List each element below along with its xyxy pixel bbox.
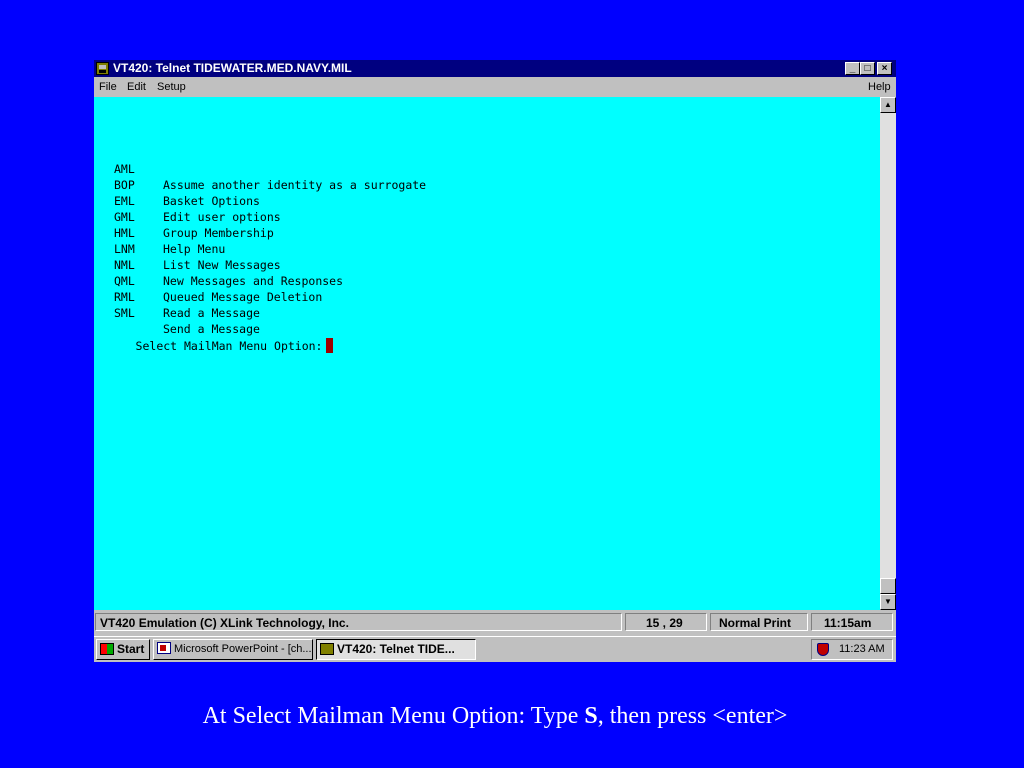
minimize-button[interactable]: _ (845, 62, 860, 75)
window-title: VT420: Telnet TIDEWATER.MED.NAVY.MIL (113, 61, 352, 75)
menu-option-row: RML Read a Message (94, 273, 260, 320)
option-description: Assume another identity as a surrogate (163, 178, 427, 192)
taskbar-item-vt420[interactable]: VT420: Telnet TIDE... (316, 639, 476, 660)
mailman-prompt: Select MailMan Menu Option: (94, 322, 334, 370)
terminal-screen[interactable]: AML Assume another identity as a surroga… (94, 97, 880, 610)
tray-clock[interactable]: 11:23 AM (839, 640, 885, 659)
option-description: Help Menu (163, 242, 226, 256)
print-mode: Normal Print (710, 613, 808, 631)
option-description: List New Messages (163, 258, 281, 272)
menu-edit[interactable]: Edit (127, 80, 146, 94)
shield-icon[interactable] (817, 643, 829, 656)
option-description: Edit user options (163, 210, 281, 224)
menu-option-row: EML Edit user options (94, 177, 281, 224)
menu-setup[interactable]: Setup (157, 80, 186, 94)
taskbar: Start Microsoft PowerPoint - [ch... VT42… (94, 636, 896, 662)
scroll-track[interactable] (880, 113, 896, 578)
menu-option-row: LNM List New Messages (94, 225, 281, 272)
task-label: Microsoft PowerPoint - [ch... (174, 643, 312, 655)
menu-option-row: NML New Messages and Responses (94, 241, 343, 288)
caption-after: , then press <enter> (597, 703, 788, 729)
status-bar: VT420 Emulation (C) XLink Technology, In… (94, 611, 896, 633)
emulation-status: VT420 Emulation (C) XLink Technology, In… (95, 613, 622, 631)
menu-file[interactable]: File (99, 80, 117, 94)
menu-option-row: BOP Basket Options (94, 161, 260, 208)
vt420-icon (320, 643, 334, 655)
powerpoint-icon (157, 642, 171, 654)
menu-option-row: AML Assume another identity as a surroga… (94, 145, 426, 192)
scroll-down-button[interactable]: ▼ (880, 594, 896, 610)
vertical-scrollbar[interactable]: ▲ ▼ (880, 97, 896, 610)
telnet-window: VT420: Telnet TIDEWATER.MED.NAVY.MIL _ □… (94, 60, 896, 662)
status-time: 11:15am (811, 613, 893, 631)
option-description: New Messages and Responses (163, 274, 344, 288)
option-description: Basket Options (163, 194, 260, 208)
cursor-position: 15 , 29 (625, 613, 707, 631)
task-label: VT420: Telnet TIDE... (337, 642, 455, 656)
menu-option-row: GML Group Membership (94, 193, 274, 240)
menu-help[interactable]: Help (868, 80, 891, 94)
option-description: Group Membership (163, 226, 274, 240)
text-cursor[interactable] (326, 338, 334, 353)
system-tray: 11:23 AM (811, 639, 893, 660)
caption-before: At Select Mailman Menu Option: Type (202, 703, 585, 729)
menu-option-row: SML Send a Message (94, 289, 260, 336)
start-label: Start (117, 642, 145, 656)
menu-option-row: HML Help Menu (94, 209, 225, 256)
start-button[interactable]: Start (96, 639, 150, 660)
windows-logo-icon (100, 643, 114, 655)
vt420-app-icon[interactable] (96, 62, 109, 75)
menu-option-row: QML Queued Message Deletion (94, 257, 322, 304)
option-description: Read a Message (163, 306, 260, 320)
scroll-thumb[interactable] (880, 578, 896, 594)
menu-bar: File Edit Setup Help (94, 77, 896, 97)
title-bar[interactable]: VT420: Telnet TIDEWATER.MED.NAVY.MIL _ □… (94, 60, 896, 77)
maximize-button[interactable]: □ (860, 62, 875, 75)
slide-caption: At Select Mailman Menu Option: Type S, t… (0, 700, 990, 732)
option-description: Queued Message Deletion (163, 290, 323, 304)
taskbar-item-powerpoint[interactable]: Microsoft PowerPoint - [ch... (153, 639, 313, 660)
option-code: SML (114, 306, 135, 320)
caption-key: S (584, 703, 598, 729)
scroll-up-button[interactable]: ▲ (880, 97, 896, 113)
prompt-text: Select MailMan Menu Option: (135, 339, 323, 353)
close-button[interactable]: × (877, 62, 892, 75)
